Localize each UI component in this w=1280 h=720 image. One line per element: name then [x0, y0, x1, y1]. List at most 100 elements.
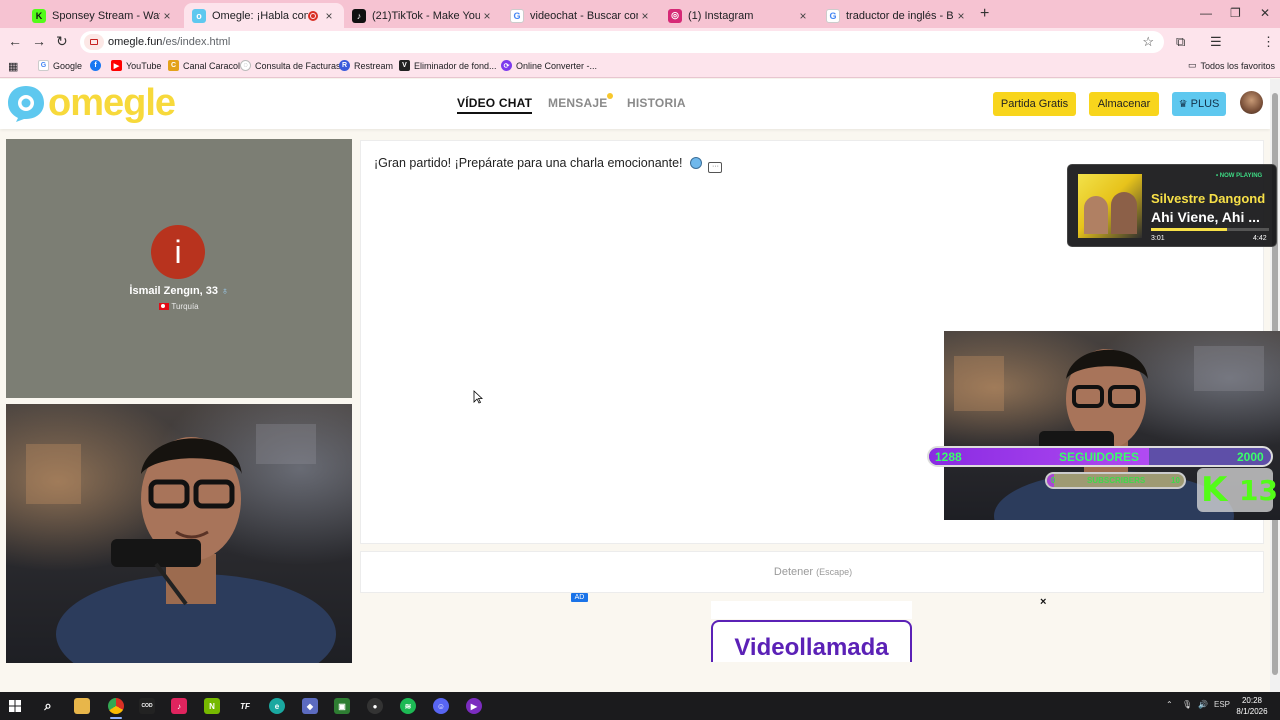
- stranger-name-text: İsmail Zengın, 33: [129, 285, 219, 297]
- now-playing-widget: • NOW PLAYING Silvestre Dangond Ahi Vien…: [1067, 164, 1277, 247]
- file-explorer-icon[interactable]: [74, 698, 90, 714]
- address-bar[interactable]: omegle.fun/es/index.html ☆: [80, 31, 1164, 53]
- omegle-logo[interactable]: omegle: [6, 83, 176, 123]
- tab-title: (21)TikTok - Make Your Day: [372, 9, 480, 22]
- microphone-icon[interactable]: 🎙: [1182, 700, 1192, 709]
- stop-button[interactable]: Detener (Escape): [361, 566, 1265, 578]
- user-avatar[interactable]: [1240, 91, 1263, 114]
- nav-label: MENSAJE: [548, 96, 608, 110]
- clock-time: 20:28: [1241, 696, 1263, 705]
- plus-button[interactable]: ♛ PLUS: [1172, 92, 1226, 116]
- nav-video-chat[interactable]: VÍDEO CHAT: [457, 96, 533, 114]
- ad-close-button[interactable]: ×: [1040, 596, 1046, 608]
- tab-title: Omegle: ¡Habla con Descon: [212, 9, 308, 22]
- ad-banner[interactable]: Videollamada: [711, 620, 912, 662]
- bookmark-google[interactable]: G Google: [38, 60, 82, 71]
- browser-tab-tiktok[interactable]: ♪ (21)TikTok - Make Your Day ×: [344, 3, 502, 28]
- system-clock[interactable]: 20:28 8/1/2026: [1232, 695, 1272, 717]
- call-of-duty-icon[interactable]: COD: [139, 698, 155, 714]
- bookmark-facebook[interactable]: f: [90, 60, 105, 71]
- bookmark-youtube[interactable]: ▶ YouTube: [111, 60, 161, 71]
- language-indicator[interactable]: ESP: [1214, 700, 1230, 709]
- apps-grid-icon[interactable]: ▦: [8, 60, 18, 73]
- bookmark-star-icon[interactable]: ☆: [1142, 34, 1154, 50]
- country-text: Turquía: [171, 302, 199, 311]
- folder-icon: ▭: [1188, 60, 1197, 70]
- browser-tab-bar: K Sponsey Stream - Watch Live o × o Omeg…: [0, 0, 1280, 28]
- kick-viewer-count: 13: [1239, 474, 1278, 507]
- almacenar-button[interactable]: Almacenar: [1089, 92, 1159, 116]
- browser-tab-google-videochat[interactable]: G videochat - Buscar con Google ×: [502, 3, 660, 28]
- reading-list-icon[interactable]: ☰: [1210, 34, 1222, 50]
- streamer-silhouette: [26, 424, 336, 663]
- bookmark-online-converter[interactable]: ⟳ Online Converter -...: [501, 60, 597, 71]
- reload-icon[interactable]: ↻: [56, 33, 68, 50]
- spotify-icon[interactable]: ≋: [400, 698, 416, 714]
- bookmark-canal-caracol[interactable]: C Canal Caracol: [168, 60, 240, 71]
- tab-title: (1) Instagram: [688, 9, 754, 22]
- tab-title: traductor de inglés - Buscar co: [846, 9, 954, 22]
- self-webcam-video: [6, 404, 352, 663]
- menu-kebab-icon[interactable]: ⋮: [1262, 34, 1275, 50]
- windows-taskbar: ⌕ COD ♪ N TF e ◆ ▣ ● ≋ ☺ ▶ ⌃ 🎙 🔊 ESP 20:…: [0, 692, 1280, 720]
- terminal-icon[interactable]: ▣: [334, 698, 350, 714]
- subscribers-goal-bar: 0 SUBSCRIBERS 10: [1045, 472, 1186, 489]
- nvidia-icon[interactable]: N: [204, 698, 220, 714]
- streaming-app-icon[interactable]: ▶: [466, 698, 482, 714]
- bookmark-eliminador-fondo[interactable]: V Eliminador de fond...: [399, 60, 497, 71]
- subscribers-current: 0: [1051, 476, 1056, 485]
- bg-remover-icon: V: [399, 60, 410, 71]
- facebook-icon: f: [90, 60, 101, 71]
- restore-icon[interactable]: ❐: [1230, 6, 1241, 20]
- now-playing-title: Ahi Viene, Ahi ...: [1151, 209, 1260, 225]
- kick-icon: K: [32, 8, 46, 23]
- game-icon[interactable]: ◆: [302, 698, 318, 714]
- nav-mensaje[interactable]: MENSAJE: [548, 93, 614, 110]
- close-tab-icon[interactable]: ×: [796, 9, 810, 23]
- close-tab-icon[interactable]: ×: [322, 9, 336, 23]
- tf-icon[interactable]: TF: [237, 698, 253, 714]
- minimize-icon[interactable]: —: [1200, 6, 1212, 20]
- browser-tab-kick[interactable]: K Sponsey Stream - Watch Live o ×: [24, 3, 182, 28]
- close-tab-icon[interactable]: ×: [160, 9, 174, 23]
- tiktok-icon: ♪: [352, 8, 366, 23]
- stranger-country: Turquía: [6, 302, 352, 311]
- chat-message: ¡Gran partido! ¡Prepárate para una charl…: [374, 156, 723, 173]
- new-tab-button[interactable]: +: [980, 5, 989, 23]
- discord-icon[interactable]: ☺: [433, 698, 449, 714]
- search-icon[interactable]: ⌕: [40, 698, 56, 714]
- close-tab-icon[interactable]: ×: [480, 9, 494, 23]
- url-path: /es/index.html: [162, 36, 231, 48]
- edge-icon[interactable]: e: [269, 698, 285, 714]
- bookmarks-bar: ▦ G Google f ▶ YouTube C Canal Caracol ◌…: [0, 56, 1280, 78]
- back-icon[interactable]: ←: [8, 33, 22, 49]
- bookmark-consulta-facturas[interactable]: ◌ Consulta de Facturas: [240, 60, 341, 71]
- all-bookmarks-folder[interactable]: ▭ Todos los favoritos: [1188, 60, 1275, 71]
- close-window-icon[interactable]: ✕: [1260, 6, 1270, 20]
- ring-icon: ♁: [221, 286, 229, 297]
- close-tab-icon[interactable]: ×: [954, 9, 968, 23]
- now-playing-label: • NOW PLAYING: [1216, 173, 1263, 179]
- bookmark-restream[interactable]: R Restream: [339, 60, 393, 71]
- globe-icon: ◌: [240, 60, 251, 71]
- browser-tab-omegle[interactable]: o Omegle: ¡Habla con Descon ×: [184, 3, 344, 28]
- windows-start-icon[interactable]: [9, 700, 21, 712]
- bookmark-label: Google: [53, 60, 83, 71]
- bookmark-label: Canal Caracol: [183, 60, 241, 71]
- browser-tab-instagram[interactable]: ◎ (1) Instagram ×: [660, 3, 818, 28]
- browser-tab-google-translator[interactable]: G traductor de inglés - Buscar co ×: [818, 3, 976, 28]
- tiktok-icon[interactable]: ♪: [171, 698, 187, 714]
- plus-label: PLUS: [1190, 98, 1220, 110]
- nav-historia[interactable]: HISTORIA: [627, 96, 686, 110]
- tray-overflow-icon[interactable]: ⌃: [1166, 700, 1173, 709]
- camera-permission-icon[interactable]: [84, 34, 104, 50]
- followers-goal-bar: 1288 SEGUIDORES 2000: [927, 446, 1273, 467]
- subscribers-label: SUBSCRIBERS: [1087, 476, 1146, 485]
- volume-icon[interactable]: 🔊: [1198, 700, 1208, 709]
- obs-icon[interactable]: ●: [367, 698, 383, 714]
- forward-icon[interactable]: →: [32, 33, 46, 49]
- close-tab-icon[interactable]: ×: [638, 9, 652, 23]
- chrome-icon[interactable]: [108, 698, 124, 719]
- extensions-icon[interactable]: ⧉: [1176, 34, 1185, 50]
- partida-gratis-button[interactable]: Partida Gratis: [993, 92, 1076, 116]
